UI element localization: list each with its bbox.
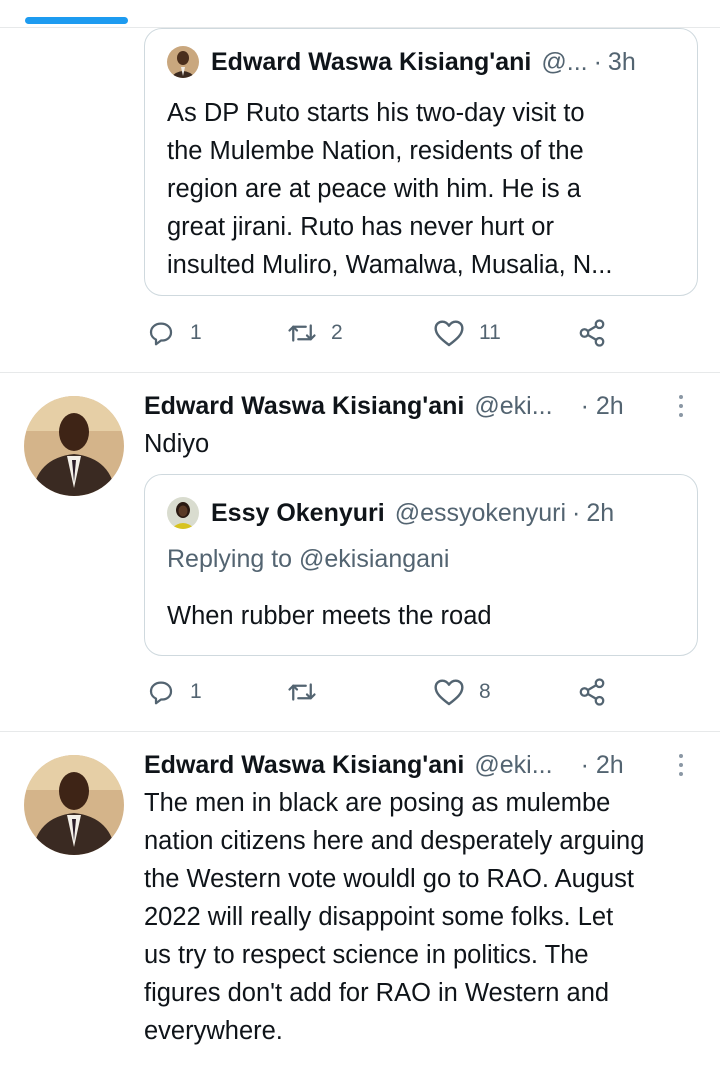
timestamp[interactable]: 2h: [586, 499, 614, 528]
quoted-tweet-text: When rubber meets the road: [167, 602, 492, 630]
retweet-icon: [287, 318, 317, 348]
like-count: 11: [479, 321, 501, 344]
avatar[interactable]: [167, 497, 199, 529]
retweet-button[interactable]: [287, 677, 331, 707]
separator-dot: ·: [593, 47, 602, 76]
separator-dot: ·: [572, 498, 581, 527]
quoted-tweet-card[interactable]: Essy Okenyuri @essyokenyuri · 2h Replyin…: [144, 474, 698, 656]
quoted-tweet-card[interactable]: Edward Waswa Kisiang'ani @... · 3h As DP…: [144, 28, 698, 296]
like-icon: [433, 318, 465, 348]
more-icon[interactable]: [676, 754, 686, 778]
timestamp[interactable]: · 2h: [581, 392, 624, 421]
reply-button[interactable]: 1: [146, 677, 202, 707]
like-button[interactable]: 11: [433, 318, 501, 348]
author-name: Essy Okenyuri: [211, 498, 385, 527]
reply-button[interactable]: 1: [146, 318, 202, 348]
avatar[interactable]: [24, 396, 124, 496]
like-count: 8: [479, 680, 491, 703]
author-handle: @eki...: [474, 392, 553, 420]
timestamp[interactable]: · 2h: [581, 751, 624, 780]
reply-count: 1: [190, 321, 202, 344]
reply-icon: [146, 677, 176, 707]
share-icon: [577, 677, 607, 707]
retweet-count: 2: [331, 321, 343, 344]
author-name: Edward Waswa Kisiang'ani: [144, 751, 465, 779]
author-handle: @essyokenyuri: [394, 498, 566, 527]
like-button[interactable]: 8: [433, 677, 491, 707]
share-button[interactable]: [577, 677, 607, 707]
divider: [0, 372, 720, 373]
tweet-text: Ndiyo: [144, 430, 210, 458]
replying-to[interactable]: Replying to @ekisiangani: [167, 545, 449, 574]
share-button[interactable]: [577, 318, 607, 348]
tweet-text: The men in black are posing as mulembe n…: [144, 789, 645, 1045]
timestamp[interactable]: 3h: [608, 48, 636, 77]
author-handle: @...: [541, 47, 588, 76]
divider: [0, 731, 720, 732]
author-name: Edward Waswa Kisiang'ani: [144, 392, 465, 420]
avatar[interactable]: [167, 46, 199, 78]
tab-indicator: [25, 17, 128, 24]
reply-icon: [146, 318, 176, 348]
more-icon[interactable]: [676, 395, 686, 419]
avatar[interactable]: [24, 755, 124, 855]
quoted-tweet-text: As DP Ruto starts his two-day visit to t…: [167, 99, 613, 279]
author-name: Edward Waswa Kisiang'ani: [211, 47, 532, 76]
author-handle: @eki...: [474, 751, 553, 779]
retweet-button[interactable]: 2: [287, 318, 343, 348]
retweet-icon: [287, 677, 317, 707]
share-icon: [577, 318, 607, 348]
like-icon: [433, 677, 465, 707]
reply-count: 1: [190, 680, 202, 703]
